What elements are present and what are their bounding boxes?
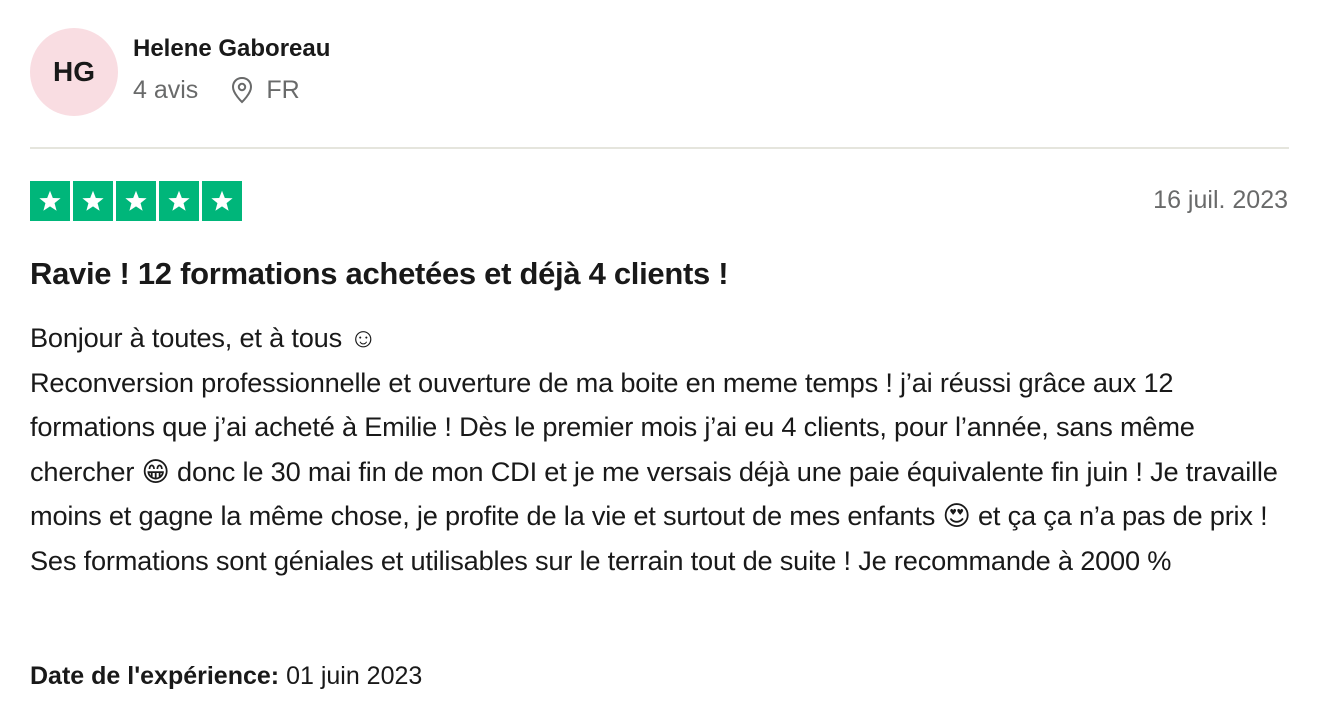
review-count: 4 avis xyxy=(133,75,199,104)
country-code: FR xyxy=(266,75,300,104)
reviewer-header: HG Helene Gaboreau 4 avis FR xyxy=(30,28,330,116)
review-greeting: Bonjour à toutes, et à tous ☺ xyxy=(30,322,377,353)
star-box xyxy=(30,181,70,221)
star-box xyxy=(73,181,113,221)
star-icon xyxy=(211,190,233,211)
star-icon xyxy=(82,190,104,211)
reviewer-meta: 4 avis FR xyxy=(133,76,330,105)
avatar[interactable]: HG xyxy=(30,28,118,116)
map-pin-icon xyxy=(232,76,253,104)
review-date: 16 juil. 2023 xyxy=(1153,186,1288,214)
experience-label: Date de l'expérience: xyxy=(30,662,280,690)
review-text: Reconversion professionnelle et ouvertur… xyxy=(30,366,1278,576)
star-icon xyxy=(125,190,147,211)
star-box xyxy=(202,181,242,221)
review-card: HG Helene Gaboreau 4 avis FR 16 juil. 20… xyxy=(0,0,1328,714)
star-icon xyxy=(168,190,190,211)
experience-value: 01 juin 2023 xyxy=(286,662,423,690)
reviewer-location: FR xyxy=(230,75,300,105)
star-box xyxy=(116,181,156,221)
star-rating xyxy=(30,181,242,221)
experience-date: Date de l'expérience: 01 juin 2023 xyxy=(30,662,422,691)
reviewer-name[interactable]: Helene Gaboreau xyxy=(133,34,330,64)
review-body: Bonjour à toutes, et à tous ☺ Reconversi… xyxy=(30,316,1298,583)
star-icon xyxy=(39,190,61,211)
divider xyxy=(30,147,1289,149)
reviewer-info: Helene Gaboreau 4 avis FR xyxy=(133,35,330,105)
star-box xyxy=(159,181,199,221)
review-title[interactable]: Ravie ! 12 formations achetées et déjà 4… xyxy=(30,256,729,292)
